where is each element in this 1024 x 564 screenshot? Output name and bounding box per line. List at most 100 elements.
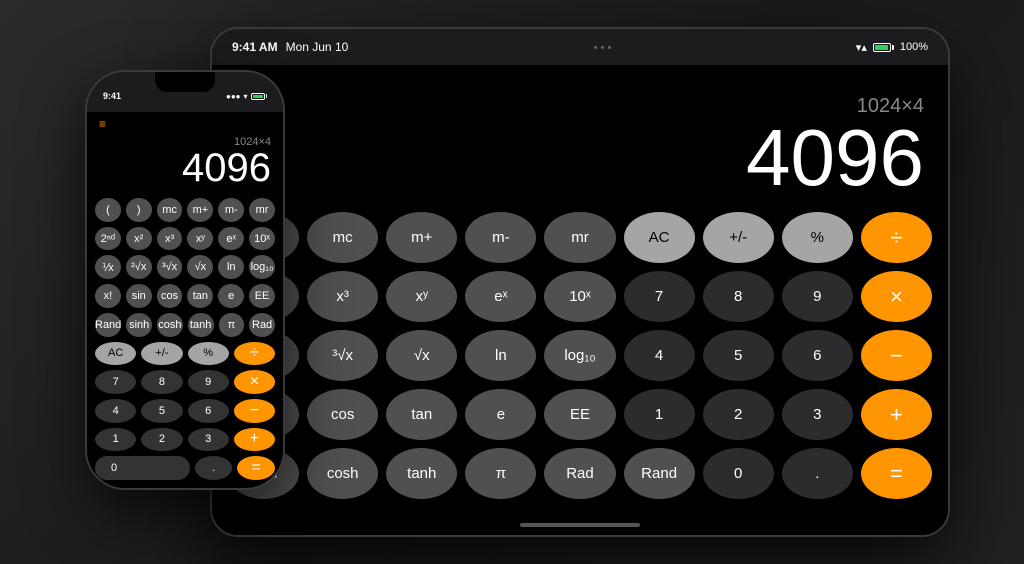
iphone-btn-m[interactable]: m+ <box>187 198 213 222</box>
iphone-btn-2[interactable]: 2ⁿᵈ <box>95 227 121 251</box>
iphone-btn-mr[interactable]: mr <box>249 198 275 222</box>
iphone-btn-e[interactable]: eˣ <box>218 227 244 251</box>
ipad-btn-10[interactable]: 10ˣ <box>544 271 615 322</box>
ipad-btn-btn[interactable]: + <box>861 389 932 440</box>
ipad-btn-5[interactable]: 5 <box>703 330 774 381</box>
iphone-btn-[interactable]: . <box>195 456 233 480</box>
iphone-btn-[interactable]: + <box>234 428 275 452</box>
iphone-btn-tanh[interactable]: tanh <box>188 313 214 337</box>
ipad-btn-ac[interactable]: AC <box>624 212 695 263</box>
iphone-btn-3[interactable]: 3 <box>188 428 229 452</box>
iphone-btn-x[interactable]: √x <box>187 255 213 279</box>
iphone-btn-7[interactable]: 7 <box>95 370 136 394</box>
ipad-btn-btn[interactable]: × <box>861 271 932 322</box>
iphone-btn-rad[interactable]: Rad <box>249 313 275 337</box>
iphone-btn-e[interactable]: e <box>218 284 244 308</box>
ipad-btn-btn[interactable]: . <box>782 448 853 499</box>
iphone-btn-x[interactable]: ⅟x <box>95 255 121 279</box>
iphone-btn-x[interactable]: x² <box>126 227 152 251</box>
ipad-btn-x[interactable]: ³√x <box>307 330 378 381</box>
ipad-button-row: )mcm+m-mrAC+/-%÷ <box>228 212 932 263</box>
iphone-btn-cos[interactable]: cos <box>157 284 183 308</box>
ipad-btn-2[interactable]: 2 <box>703 389 774 440</box>
ipad-btn-rad[interactable]: Rad <box>544 448 615 499</box>
iphone-btn-cosh[interactable]: cosh <box>157 313 183 337</box>
iphone-btn-m[interactable]: m- <box>218 198 244 222</box>
ipad-btn-btn[interactable]: +/- <box>703 212 774 263</box>
ipad-btn-mr[interactable]: mr <box>544 212 615 263</box>
iphone-btn-6[interactable]: 6 <box>188 399 229 423</box>
ipad-btn-4[interactable]: 4 <box>624 330 695 381</box>
ipad-btn-x[interactable]: xʸ <box>386 271 457 322</box>
ipad-btn-m[interactable]: m+ <box>386 212 457 263</box>
ipad-btn-0[interactable]: 0 <box>703 448 774 499</box>
iphone-btn-2[interactable]: 2 <box>141 428 182 452</box>
iphone-btn-log[interactable]: log₁₀ <box>249 255 275 279</box>
iphone-btn-x[interactable]: ²√x <box>126 255 152 279</box>
iphone-btn-4[interactable]: 4 <box>95 399 136 423</box>
iphone-btn-ee[interactable]: EE <box>249 284 275 308</box>
ipad-btn-8[interactable]: 8 <box>703 271 774 322</box>
iphone-screen: ≡ 1024×4 4096 ()mcm+m-mr2ⁿᵈx²x³xʸeˣ10ˣ⅟x… <box>87 112 283 488</box>
iphone-btn-[interactable]: +/- <box>141 342 182 366</box>
ipad-btn-x[interactable]: x³ <box>307 271 378 322</box>
iphone-device: 9:41 ●●● ▾ ≡ 1024×4 4096 ()mcm+m-mr2ⁿᵈx²… <box>85 70 285 490</box>
ipad-btn-mc[interactable]: mc <box>307 212 378 263</box>
ipad-btn-btn[interactable]: − <box>861 330 932 381</box>
ipad-btn-m[interactable]: m- <box>465 212 536 263</box>
ipad-btn-log[interactable]: log₁₀ <box>544 330 615 381</box>
ipad-btn-tanh[interactable]: tanh <box>386 448 457 499</box>
iphone-btn-[interactable]: ÷ <box>234 342 275 366</box>
iphone-btn-[interactable]: ( <box>95 198 121 222</box>
iphone-btn-1[interactable]: 1 <box>95 428 136 452</box>
ipad-btn-ee[interactable]: EE <box>544 389 615 440</box>
iphone-btn-x[interactable]: x! <box>95 284 121 308</box>
iphone-btn-ac[interactable]: AC <box>95 342 136 366</box>
iphone-btn-rand[interactable]: Rand <box>95 313 121 337</box>
ipad-btn-cosh[interactable]: cosh <box>307 448 378 499</box>
ipad-btn-cos[interactable]: cos <box>307 389 378 440</box>
ipad-btn-rand[interactable]: Rand <box>624 448 695 499</box>
ipad-btn-btn[interactable]: = <box>861 448 932 499</box>
ipad-btn-btn[interactable]: π <box>465 448 536 499</box>
iphone-btn-x[interactable]: x³ <box>157 227 183 251</box>
ipad-btn-9[interactable]: 9 <box>782 271 853 322</box>
iphone-btn-8[interactable]: 8 <box>141 370 182 394</box>
ipad-home-indicator <box>520 523 640 527</box>
ipad-btn-1[interactable]: 1 <box>624 389 695 440</box>
ipad-wifi-icon: ▾▴ <box>856 41 867 54</box>
ipad-btn-x[interactable]: √x <box>386 330 457 381</box>
ipad-btn-btn[interactable]: ÷ <box>861 212 932 263</box>
ipad-button-row: x²x³xʸeˣ10ˣ789× <box>228 271 932 322</box>
ipad-btn-e[interactable]: e <box>465 389 536 440</box>
ipad-btn-7[interactable]: 7 <box>624 271 695 322</box>
iphone-btn-[interactable]: × <box>234 370 275 394</box>
iphone-btn-sinh[interactable]: sinh <box>126 313 152 337</box>
iphone-btn-[interactable]: = <box>237 456 275 480</box>
ipad-btn-3[interactable]: 3 <box>782 389 853 440</box>
iphone-btn-9[interactable]: 9 <box>188 370 229 394</box>
iphone-btn-0[interactable]: 0 <box>95 456 190 480</box>
iphone-btn-5[interactable]: 5 <box>141 399 182 423</box>
iphone-menu-icon[interactable]: ≡ <box>99 117 106 131</box>
iphone-btn-x[interactable]: xʸ <box>187 227 213 251</box>
iphone-btn-10[interactable]: 10ˣ <box>249 227 275 251</box>
ipad-status-right: ▾▴ 100% <box>856 41 928 54</box>
iphone-btn-sin[interactable]: sin <box>126 284 152 308</box>
ipad-status-left: 9:41 AM Mon Jun 10 <box>232 40 348 54</box>
iphone-btn-[interactable]: ) <box>126 198 152 222</box>
ipad-btn-e[interactable]: eˣ <box>465 271 536 322</box>
iphone-btn-[interactable]: % <box>188 342 229 366</box>
ipad-btn-ln[interactable]: ln <box>465 330 536 381</box>
iphone-btn-[interactable]: π <box>219 313 245 337</box>
ipad-btn-btn[interactable]: % <box>782 212 853 263</box>
ipad-btn-tan[interactable]: tan <box>386 389 457 440</box>
iphone-btn-mc[interactable]: mc <box>157 198 183 222</box>
iphone-btn-x[interactable]: ³√x <box>157 255 183 279</box>
iphone-battery-icon <box>251 93 268 100</box>
iphone-btn-ln[interactable]: ln <box>218 255 244 279</box>
ipad-btn-6[interactable]: 6 <box>782 330 853 381</box>
iphone-btn-tan[interactable]: tan <box>187 284 213 308</box>
iphone-btn-[interactable]: − <box>234 399 275 423</box>
iphone-button-row: ()mcm+m-mr <box>95 198 275 222</box>
